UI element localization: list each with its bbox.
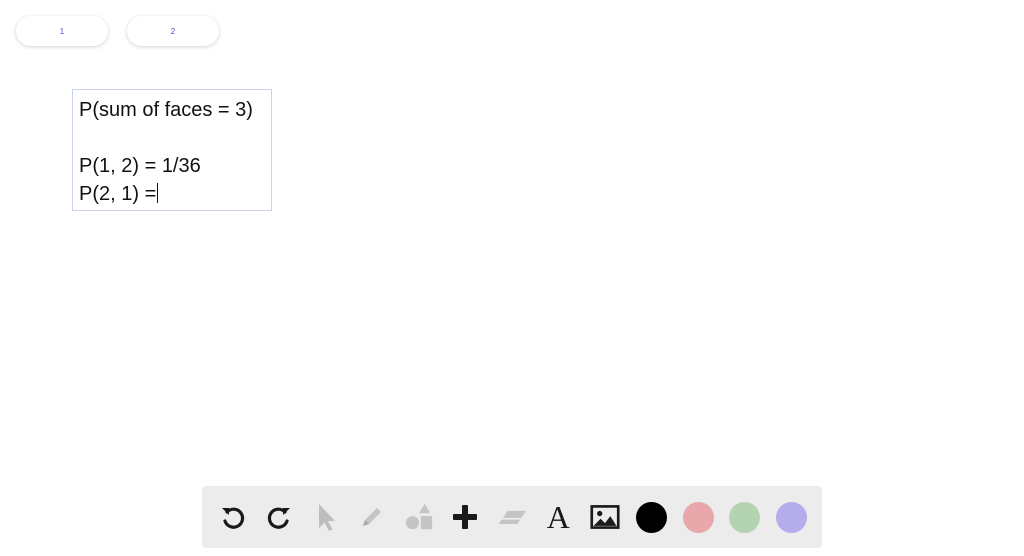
add-tool-button[interactable] bbox=[450, 502, 480, 532]
eraser-tool-button[interactable] bbox=[497, 502, 527, 532]
undo-icon bbox=[221, 507, 245, 529]
page-tab-2[interactable]: 2 bbox=[127, 16, 219, 46]
eraser-icon bbox=[498, 510, 526, 525]
color-swatch-black[interactable] bbox=[636, 501, 668, 533]
text-line: P(1, 2) = 1/36 bbox=[79, 155, 201, 177]
redo-icon bbox=[268, 507, 291, 529]
plus-icon bbox=[453, 505, 478, 529]
select-tool-button[interactable] bbox=[311, 502, 341, 532]
image-icon bbox=[590, 505, 620, 529]
undo-button[interactable] bbox=[218, 502, 248, 532]
text-line-blank bbox=[79, 124, 271, 152]
drawing-toolbar: A bbox=[202, 486, 822, 548]
redo-button[interactable] bbox=[264, 502, 294, 532]
shapes-tool-button[interactable] bbox=[404, 502, 434, 532]
color-swatch-green[interactable] bbox=[729, 501, 761, 533]
page-tab-label: 1 bbox=[59, 26, 65, 36]
text-caret bbox=[157, 183, 159, 203]
page-tab-1[interactable]: 1 bbox=[16, 16, 108, 46]
page-tab-label: 2 bbox=[170, 26, 176, 36]
whiteboard-page: 1 2 P(sum of faces = 3) P(1, 2) = 1/36 P… bbox=[0, 0, 1024, 556]
canvas-text-box[interactable]: P(sum of faces = 3) P(1, 2) = 1/36 P(2, … bbox=[72, 89, 272, 211]
pencil-icon bbox=[363, 508, 382, 526]
image-tool-button[interactable] bbox=[590, 502, 620, 532]
color-swatch-purple[interactable] bbox=[775, 501, 807, 533]
text-line: P(sum of faces = 3) bbox=[79, 99, 253, 121]
text-line-content: P(2, 1) = bbox=[79, 183, 157, 205]
color-swatch-red[interactable] bbox=[682, 501, 714, 533]
pointer-icon bbox=[318, 504, 335, 531]
pencil-tool-button[interactable] bbox=[357, 502, 387, 532]
text-tool-icon: A bbox=[546, 499, 570, 535]
text-tool-button[interactable]: A bbox=[543, 499, 573, 535]
shapes-icon bbox=[405, 503, 432, 530]
text-line-editing: P(2, 1) = bbox=[79, 180, 271, 208]
